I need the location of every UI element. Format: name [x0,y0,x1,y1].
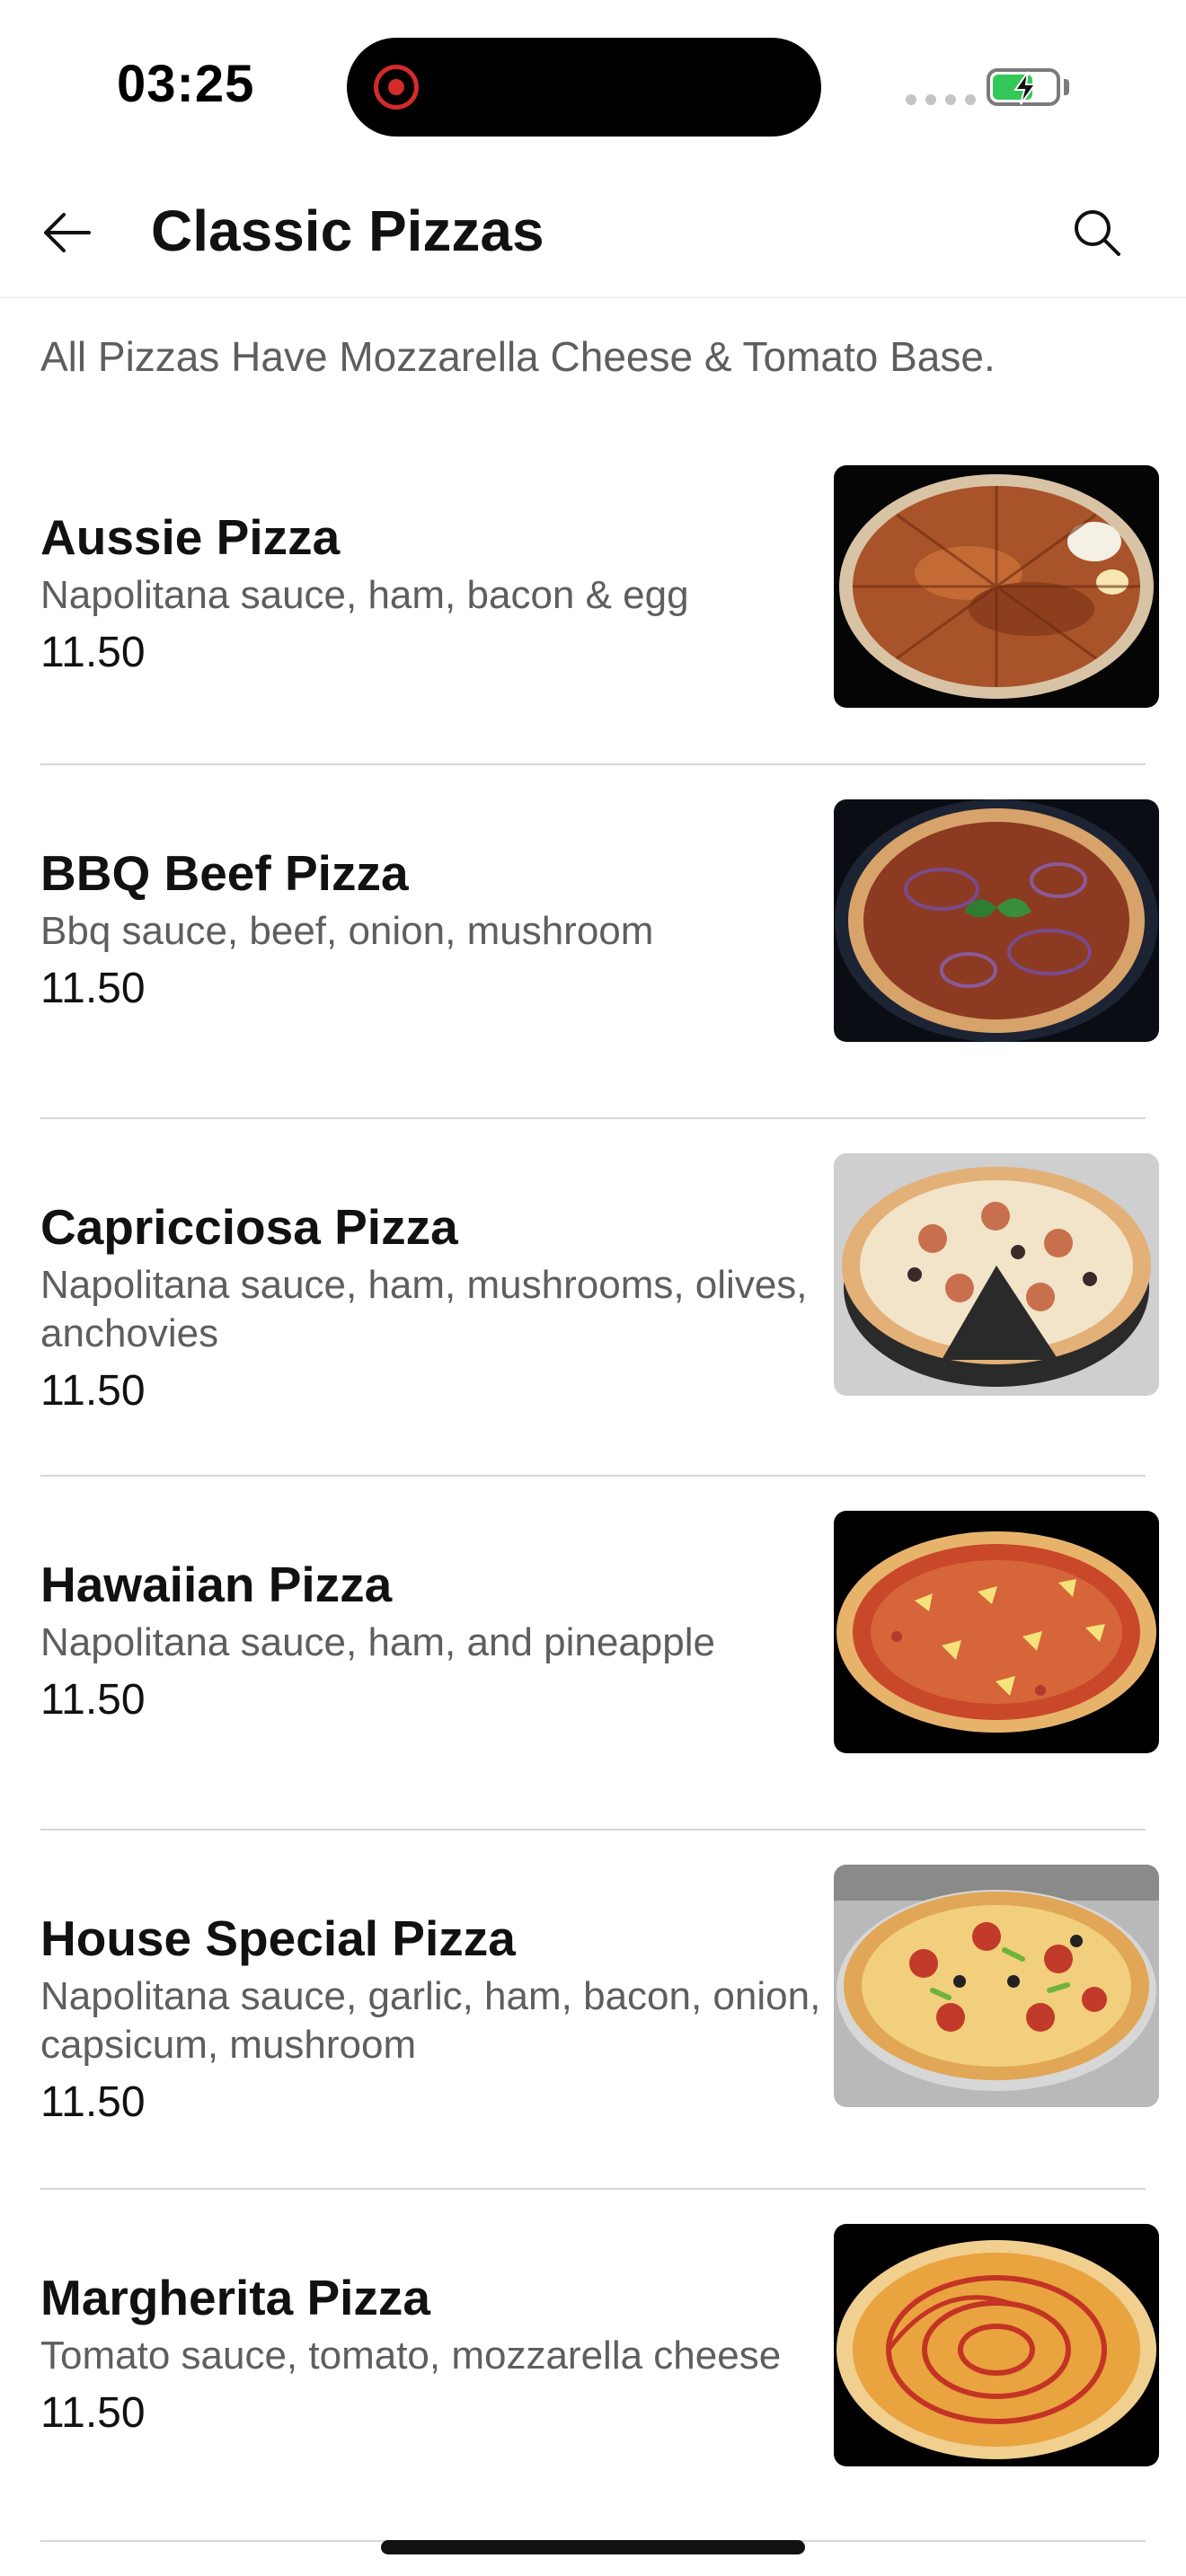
item-text: BBQ Beef Pizza Bbq sauce, beef, onion, m… [40,799,822,1015]
item-name: Aussie Pizza [40,509,341,565]
menu-item[interactable]: Capricciosa Pizza Napolitana sauce, ham,… [0,1119,1186,1477]
battery-icon [987,68,1060,106]
pizza-image [834,1865,1159,2107]
menu-item[interactable]: Aussie Pizza Napolitana sauce, ham, baco… [0,431,1186,765]
search-icon [1075,210,1120,256]
item-text: Aussie Pizza Napolitana sauce, ham, baco… [40,465,822,679]
search-button[interactable] [1066,201,1128,264]
item-description: Bbq sauce, beef, onion, mushroom [40,909,654,953]
status-bar: 03:25 [0,0,1186,171]
menu-item[interactable]: House Special Pizza Napolitana sauce, ga… [0,1831,1186,2190]
item-price: 11.50 [40,2078,146,2126]
status-time: 03:25 [117,55,255,113]
pizza-image [834,799,1159,1042]
cellular-signal-icon [906,94,976,105]
item-name: Margherita Pizza [40,2270,431,2325]
item-name: House Special Pizza [40,1910,516,1966]
item-name: Hawaiian Pizza [40,1557,393,1612]
dynamic-island [347,38,821,137]
item-description: Napolitana sauce, garlic, ham, bacon, on… [40,1974,821,2067]
home-indicator[interactable] [381,2540,805,2554]
menu-item[interactable]: Margherita Pizza Tomato sauce, tomato, m… [0,2190,1186,2542]
pizza-image [834,465,1159,708]
item-price: 11.50 [40,1676,146,1724]
charging-bolt-icon [1013,71,1037,105]
item-text: House Special Pizza Napolitana sauce, ga… [40,1865,822,2129]
app-header: Classic Pizzas [0,171,1186,298]
pizza-image [834,1511,1159,1753]
screen-recording-icon [374,65,419,110]
menu-item[interactable]: Hawaiian Pizza Napolitana sauce, ham, an… [0,1477,1186,1831]
page-title: Classic Pizzas [151,198,544,263]
item-price: 11.50 [40,629,146,676]
menu-item[interactable]: BBQ Beef Pizza Bbq sauce, beef, onion, m… [0,765,1186,1119]
item-price: 11.50 [40,965,146,1012]
pizza-image [834,1153,1159,1396]
category-description: All Pizzas Have Mozzarella Cheese & Toma… [40,333,996,380]
item-description: Napolitana sauce, ham, mushrooms, olives… [40,1263,808,1355]
item-text: Capricciosa Pizza Napolitana sauce, ham,… [40,1153,822,1417]
arrow-left-icon [44,213,91,252]
item-name: Capricciosa Pizza [40,1199,458,1255]
battery-tip [1064,79,1069,95]
pizza-image [834,2224,1159,2466]
item-price: 11.50 [40,2389,146,2437]
item-description: Napolitana sauce, ham, bacon & egg [40,573,689,617]
item-text: Margherita Pizza Tomato sauce, tomato, m… [40,2224,822,2439]
item-description: Napolitana sauce, ham, and pineapple [40,1620,715,1664]
menu-list: Aussie Pizza Napolitana sauce, ham, baco… [0,431,1186,2542]
back-button[interactable] [36,201,99,264]
item-name: BBQ Beef Pizza [40,845,409,901]
item-text: Hawaiian Pizza Napolitana sauce, ham, an… [40,1511,822,1726]
item-description: Tomato sauce, tomato, mozzarella cheese [40,2333,782,2378]
item-price: 11.50 [40,1367,146,1415]
